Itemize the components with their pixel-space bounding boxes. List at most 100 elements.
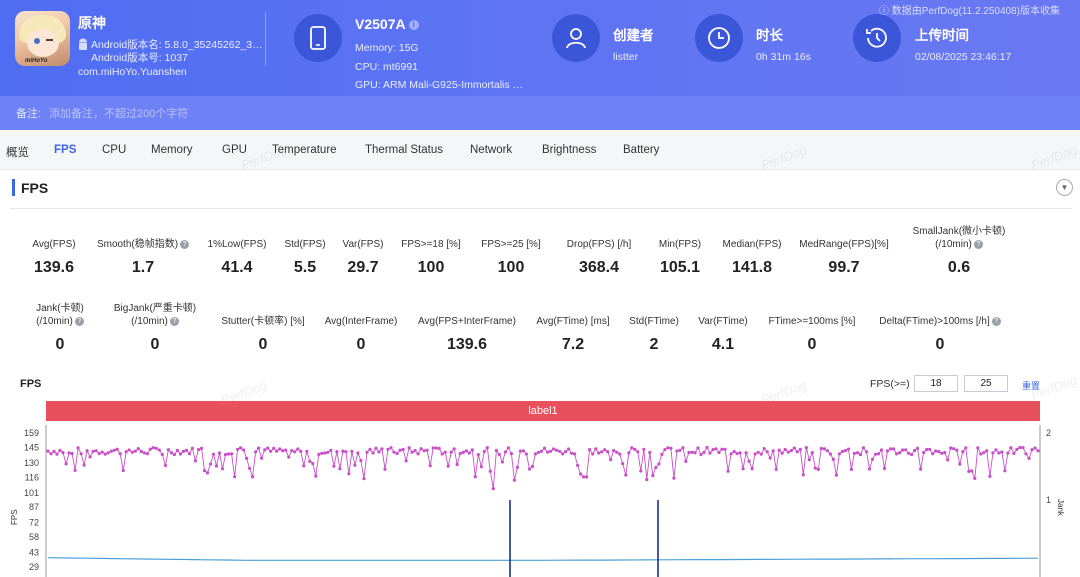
fps-point	[952, 447, 956, 451]
fps-point	[804, 446, 808, 450]
fps-threshold-1-input[interactable]: 18	[914, 375, 958, 392]
fps-point	[687, 450, 691, 455]
fps-point	[732, 449, 736, 454]
app-icon: miHoYo	[15, 11, 70, 66]
fps-point	[377, 450, 381, 454]
fps-point	[497, 452, 501, 457]
fps-point	[916, 446, 920, 450]
fps-point	[500, 460, 504, 464]
fps-point	[753, 452, 757, 456]
fps-point	[747, 459, 751, 463]
tab-memory[interactable]: Memory	[151, 144, 193, 156]
tab-network[interactable]: Network	[470, 144, 512, 156]
fps-point	[91, 449, 95, 453]
line-series	[47, 557, 1039, 561]
fps-point	[774, 467, 778, 471]
fps-point	[434, 446, 438, 450]
fps-point	[1003, 469, 1007, 473]
label-bar[interactable]: label1	[46, 401, 1040, 421]
fps-point	[615, 450, 619, 454]
fps-point	[458, 451, 462, 456]
fps-point	[982, 451, 986, 455]
fps-point	[196, 448, 201, 452]
fps-point	[828, 452, 833, 456]
tab-thermal-status[interactable]: Thermal Status	[365, 144, 443, 156]
tab-fps[interactable]: FPS	[54, 144, 76, 156]
collapse-icon[interactable]: ▼	[1056, 179, 1073, 196]
fps-point	[943, 450, 947, 455]
note-label: 备注:	[16, 108, 42, 120]
version-note: ⓘ 数据由PerfDog(11.2.250408)版本收集	[879, 6, 1060, 17]
fps-point	[708, 451, 712, 455]
note-input[interactable]: 添加备注，不超过200个字符	[49, 105, 188, 121]
help-icon[interactable]: ?	[991, 316, 1001, 326]
fps-point	[654, 465, 658, 470]
fps-chart[interactable]: 159 145 130 116 101 87 72 58 43 29 FPS 2 1 Jank	[0, 421, 1080, 577]
fps-point	[395, 451, 399, 456]
fps-point	[226, 452, 231, 456]
fps-point	[223, 453, 228, 457]
tab-cpu[interactable]: CPU	[102, 144, 126, 156]
fps-point	[341, 449, 345, 453]
fps-point	[964, 446, 968, 450]
help-icon[interactable]: ?	[169, 316, 179, 326]
duration-title: 时长	[756, 28, 783, 43]
fps-point	[109, 449, 113, 453]
fps-point	[365, 450, 369, 454]
fps-point	[317, 452, 321, 456]
fps-point	[172, 453, 176, 457]
fps-point	[272, 446, 276, 450]
fps-point	[160, 452, 164, 457]
fps-point	[539, 449, 544, 453]
fps-point	[621, 462, 625, 466]
fps-point	[416, 452, 420, 456]
tab-brightness[interactable]: Brightness	[542, 144, 596, 156]
fps-point	[910, 452, 914, 457]
tab-temperature[interactable]: Temperature	[272, 144, 337, 156]
section-divider	[10, 208, 1072, 209]
help-icon[interactable]: ?	[74, 316, 84, 326]
fps-point	[428, 464, 432, 468]
fps-point	[512, 478, 517, 482]
fps-threshold-2-input[interactable]: 25	[964, 375, 1008, 392]
help-icon[interactable]: ?	[973, 239, 983, 249]
duration-value: 0h 31m 16s	[756, 51, 811, 63]
y-tick-label: 58	[29, 532, 39, 542]
fps-point	[335, 450, 339, 454]
fps-point	[359, 459, 363, 463]
fps-point	[1015, 447, 1019, 451]
fps-point	[118, 452, 122, 456]
fps-point	[263, 448, 267, 452]
fps-point	[675, 449, 679, 453]
device-info-icon[interactable]: i	[408, 20, 419, 31]
reset-button[interactable]: 重置	[1022, 379, 1040, 392]
tab-battery[interactable]: Battery	[623, 144, 659, 156]
fps-point	[278, 447, 282, 451]
fps-point	[870, 457, 875, 461]
tab-overview[interactable]: 概览	[6, 144, 29, 160]
fps-point	[440, 452, 444, 456]
creator-title: 创建者	[613, 28, 654, 43]
stat-avg-fps: Avg(FPS) 139.6	[32, 239, 76, 276]
fps-point	[895, 452, 899, 456]
fps-point	[437, 446, 441, 450]
fps-point	[976, 446, 980, 450]
help-icon[interactable]: ?	[180, 239, 190, 249]
fps-point	[49, 452, 53, 456]
fps-point	[413, 449, 417, 453]
fps-point	[633, 447, 637, 451]
fps-point	[819, 446, 823, 451]
fps-point	[988, 474, 992, 478]
fps-point	[284, 448, 288, 452]
fps-point	[154, 446, 158, 450]
fps-point	[973, 476, 977, 480]
fps-point	[831, 457, 836, 461]
fps-threshold-label: FPS(>=)	[870, 378, 910, 390]
fps-point	[726, 469, 730, 473]
fps-point	[810, 451, 814, 455]
header-divider	[265, 12, 266, 66]
stat-avg-interframe: Avg(InterFrame) 0	[324, 316, 398, 353]
fps-point	[305, 449, 309, 453]
fps-point	[702, 450, 706, 454]
tab-gpu[interactable]: GPU	[222, 144, 247, 156]
